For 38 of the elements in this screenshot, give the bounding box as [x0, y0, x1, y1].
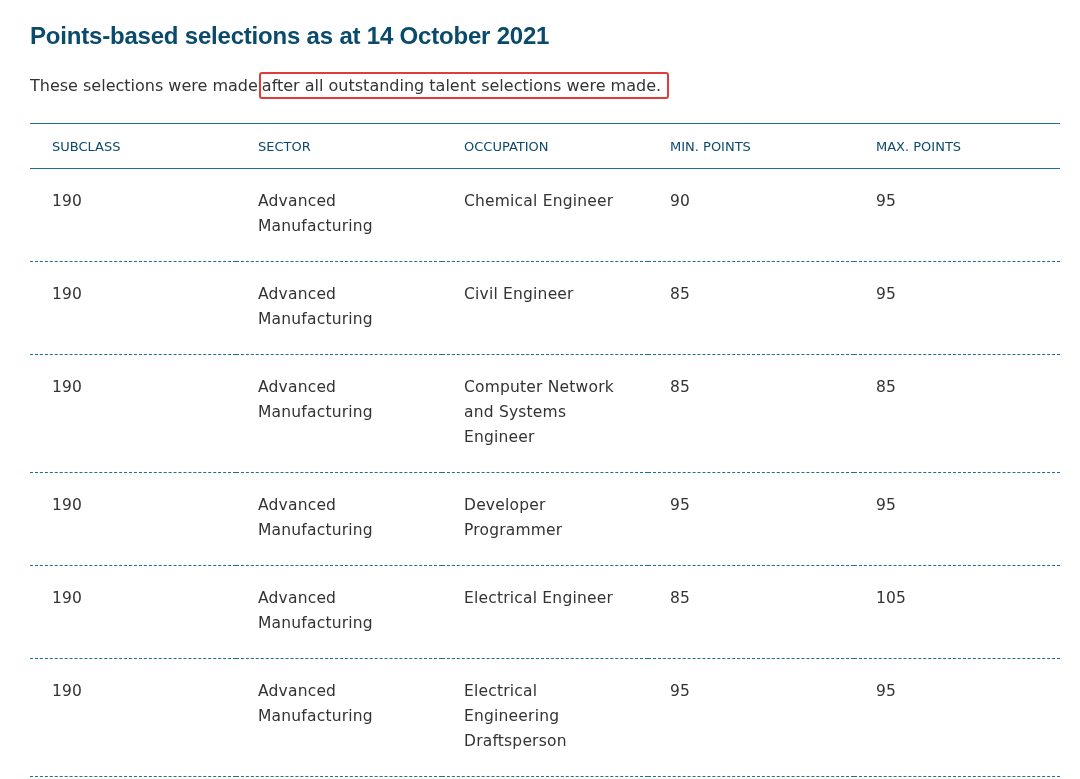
table-cell: 85	[648, 354, 854, 473]
table-cell: 105	[854, 565, 1060, 659]
table-cell: Advanced Manufacturing	[236, 261, 442, 355]
table-cell: 95	[854, 168, 1060, 262]
table-cell: Advanced Manufacturing	[236, 168, 442, 262]
table-cell: Electrical Engineering Draftsperson	[442, 658, 648, 777]
column-header: SECTOR	[236, 123, 442, 169]
table-cell: 95	[854, 472, 1060, 566]
table-cell: 85	[854, 354, 1060, 473]
table-cell: Advanced Manufacturing	[236, 565, 442, 659]
table-cell: Computer Network and Systems Engineer	[442, 354, 648, 473]
intro-text: These selections were made	[30, 76, 258, 95]
table-cell: Advanced Manufacturing	[236, 472, 442, 566]
column-header: SUBCLASS	[30, 123, 236, 169]
column-header: MIN. POINTS	[648, 123, 854, 169]
table-cell: 190	[30, 261, 236, 355]
table-cell: 190	[30, 472, 236, 566]
table-cell: 190	[30, 168, 236, 262]
table-cell: 95	[854, 261, 1060, 355]
table-cell: Electrical Engineer	[442, 565, 648, 659]
table-cell: 190	[30, 658, 236, 777]
table-cell: 190	[30, 565, 236, 659]
column-header: MAX. POINTS	[854, 123, 1060, 169]
table-cell: Developer Programmer	[442, 472, 648, 566]
table-cell: 95	[648, 658, 854, 777]
column-header: OCCUPATION	[442, 123, 648, 169]
table-cell: 95	[854, 658, 1060, 777]
table-cell: 85	[648, 261, 854, 355]
table-cell: Advanced Manufacturing	[236, 658, 442, 777]
table-cell: 85	[648, 565, 854, 659]
table-cell: Civil Engineer	[442, 261, 648, 355]
table-cell: 95	[648, 472, 854, 566]
table-cell: 90	[648, 168, 854, 262]
page-title: Points-based selections as at 14 October 2021	[30, 22, 551, 50]
table-cell: Advanced Manufacturing	[236, 354, 442, 473]
table-cell: 190	[30, 354, 236, 473]
table-cell: Chemical Engineer	[442, 168, 648, 262]
highlighted-text: after all outstanding talent selections were made.	[258, 72, 670, 99]
